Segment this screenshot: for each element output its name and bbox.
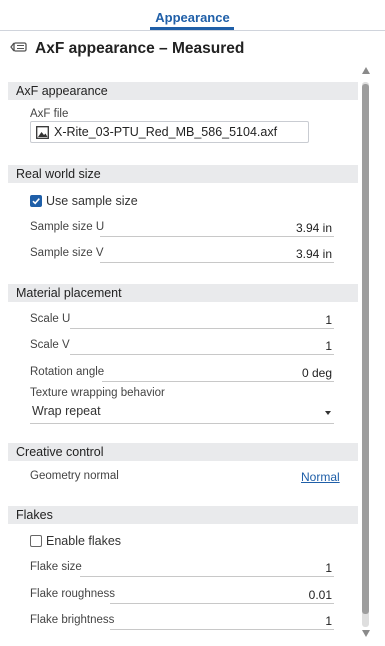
texture-wrapping-label: Texture wrapping behavior — [30, 387, 165, 399]
section-header-real-world-size[interactable]: Real world size — [8, 165, 358, 183]
sample-size-u-label: Sample size U — [30, 221, 105, 233]
texture-wrapping-value: Wrap repeat — [32, 404, 101, 418]
flake-size-value: 1 — [325, 561, 332, 575]
use-sample-size-checkbox[interactable] — [30, 195, 42, 207]
panel-tab-bar: Appearance — [0, 0, 385, 31]
axf-file-label: AxF file — [30, 108, 69, 120]
image-file-icon — [36, 125, 49, 139]
tab-appearance[interactable]: Appearance — [0, 10, 385, 25]
sample-size-v-value: 3.94 in — [295, 247, 332, 261]
enable-flakes-label: Enable flakes — [46, 534, 122, 548]
section-header-axf-appearance[interactable]: AxF appearance — [8, 82, 358, 100]
sample-size-v-label: Sample size V — [30, 247, 104, 259]
scrollbar-thumb[interactable] — [362, 84, 369, 614]
scale-u-label: Scale U — [30, 313, 71, 325]
sample-size-u-value: 3.94 in — [295, 221, 332, 235]
scale-v-value: 1 — [325, 339, 332, 353]
geometry-normal-label: Geometry normal — [30, 470, 119, 482]
section-header-material-placement[interactable]: Material placement — [8, 284, 358, 302]
appearance-tag-icon — [10, 40, 27, 58]
geometry-normal-link[interactable]: Normal — [301, 470, 340, 484]
texture-wrapping-select[interactable]: Wrap repeat — [30, 403, 334, 424]
scale-v-label: Scale V — [30, 339, 70, 351]
flake-roughness-label: Flake roughness — [30, 588, 116, 600]
axf-file-name: X-Rite_03-PTU_Red_MB_586_5104.axf — [54, 125, 278, 139]
axf-file-field[interactable]: X-Rite_03-PTU_Red_MB_586_5104.axf — [30, 121, 309, 143]
use-sample-size-label: Use sample size — [46, 194, 138, 208]
checkmark-icon — [32, 198, 40, 205]
dropdown-arrow-icon — [325, 411, 331, 415]
enable-flakes-checkbox[interactable] — [30, 535, 42, 547]
section-header-creative-control[interactable]: Creative control — [8, 443, 358, 461]
panel-header: AxF appearance – Measured — [10, 38, 244, 60]
scale-u-value: 1 — [325, 313, 332, 327]
panel-title: AxF appearance – Measured — [35, 40, 245, 57]
flake-brightness-label: Flake brightness — [30, 614, 115, 626]
section-header-flakes[interactable]: Flakes — [8, 506, 358, 524]
flake-roughness-value: 0.01 — [308, 588, 332, 602]
flake-brightness-value: 1 — [325, 614, 332, 628]
rotation-angle-value: 0 deg — [301, 366, 332, 380]
rotation-angle-label: Rotation angle — [30, 366, 105, 378]
scroll-down-arrow-icon[interactable] — [362, 630, 370, 637]
flake-size-label: Flake size — [30, 561, 82, 573]
tab-active-underline — [150, 27, 234, 30]
scroll-up-arrow-icon[interactable] — [362, 67, 370, 74]
